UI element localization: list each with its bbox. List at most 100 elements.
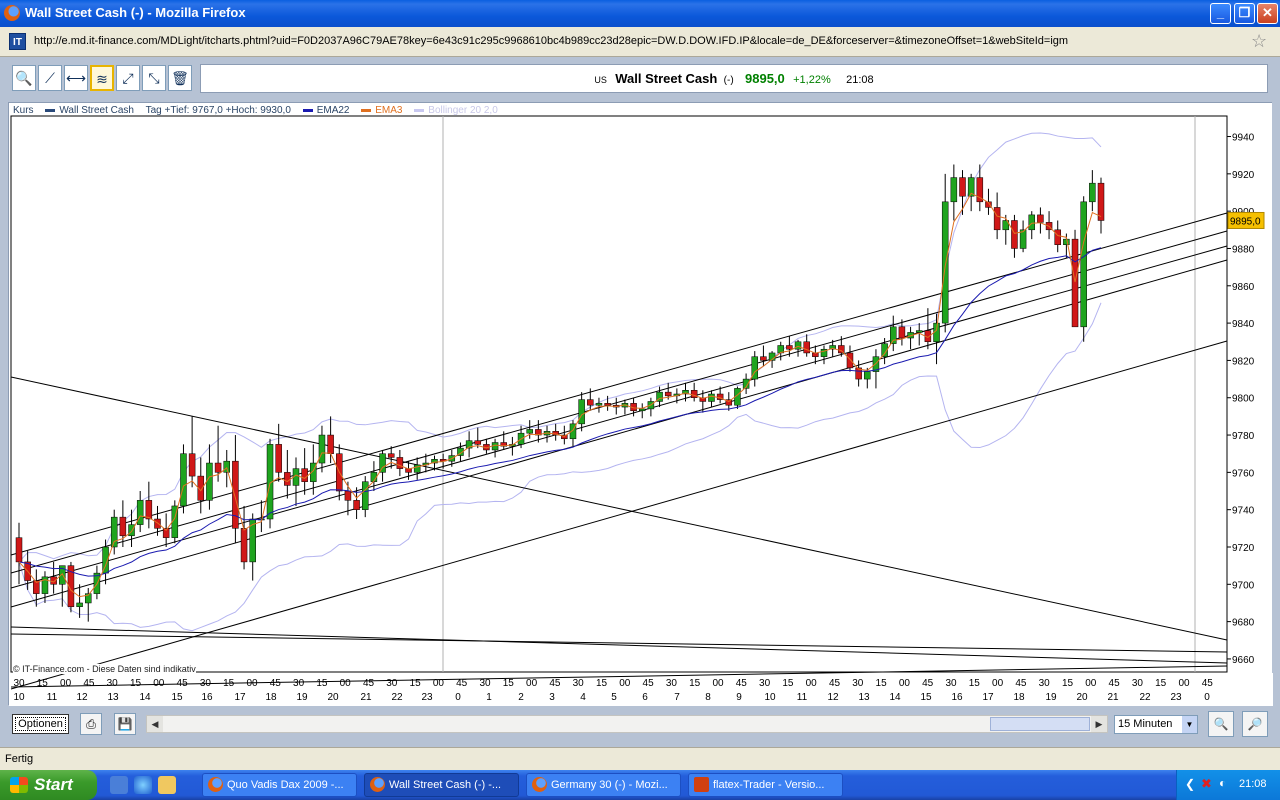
legend-ema3: EMA3 [361, 105, 403, 116]
candle-body [638, 408, 646, 412]
save-icon[interactable]: 💾 [114, 713, 136, 735]
x-tick-minute: 30 [293, 678, 305, 689]
quicklaunch-mail-icon[interactable] [158, 776, 176, 794]
scroll-left-icon[interactable]: ◀ [147, 716, 163, 732]
zoom-tool-icon[interactable]: 🔍 [12, 65, 36, 91]
x-tick-hour: 2 [518, 692, 524, 703]
candle-body [284, 472, 291, 486]
legend-kurs: Kurs [13, 105, 34, 116]
candle-body [214, 462, 222, 473]
candle-body [387, 453, 395, 458]
x-tick-minute: 30 [1132, 678, 1144, 689]
quicklaunch-ie-icon[interactable] [134, 776, 152, 794]
zoom-in-icon[interactable]: 🔎 [1242, 711, 1268, 737]
change-symbol: (-) [723, 75, 734, 86]
candle-body [301, 468, 308, 482]
candle-body [941, 201, 949, 324]
quicklaunch-desktop-icon[interactable] [110, 776, 128, 794]
site-icon: IT [9, 33, 26, 50]
zoom-out-icon[interactable]: 🔍 [1208, 711, 1234, 737]
chart-application: 🔍 ⟋ ⟷ ≋ ⤢ ⤡ 🗑 US Wall Street Cash (-) 9895,0 +… [0, 57, 1280, 747]
y-tick-label: 9920 [1232, 170, 1255, 181]
chart-scrollbar[interactable]: ◀ ▶ [146, 715, 1108, 733]
candle-body [353, 500, 360, 510]
trendline-tool-icon[interactable]: ⟋ [38, 65, 62, 91]
x-tick-hour: 4 [580, 692, 586, 703]
options-button[interactable]: Optionen [12, 714, 69, 734]
candle-body [690, 390, 698, 398]
indicator-tool-icon[interactable]: ≋ [90, 65, 114, 91]
x-tick-minute: 00 [526, 678, 538, 689]
chart-toolbar: 🔍 ⟋ ⟷ ≋ ⤢ ⤡ 🗑 US Wall Street Cash (-) 9895,0 +… [8, 64, 1272, 96]
candlestick-chart[interactable]: 9940992099009880986098409820980097809760… [9, 103, 1273, 706]
channel-tool-icon[interactable]: ⤢ [116, 65, 140, 91]
trash-icon[interactable]: 🗑 [168, 65, 192, 91]
x-tick-hour: 8 [705, 692, 711, 703]
x-tick-minute: 45 [922, 678, 934, 689]
taskbar-task[interactable]: flatex-Trader - Versio... [688, 773, 843, 797]
url-field[interactable]: http://e.md.it-finance.com/MDLight/itcha… [34, 35, 1068, 47]
x-tick-hour: 16 [201, 692, 213, 703]
plot-area [10, 115, 1228, 673]
taskbar-task[interactable]: Quo Vadis Dax 2009 -... [202, 773, 357, 797]
x-tick-minute: 00 [246, 678, 258, 689]
print-icon[interactable]: ⎙ [80, 713, 102, 735]
country-code: US [594, 75, 607, 85]
chart-panel[interactable]: 9940992099009880986098409820980097809760… [8, 102, 1273, 706]
maximize-button[interactable]: ❐ [1234, 3, 1255, 24]
x-tick-minute: 00 [899, 678, 911, 689]
taskbar: Start Quo Vadis Dax 2009 -... Wall Street… [0, 770, 1280, 800]
candle-body [1054, 229, 1061, 245]
x-tick-minute: 30 [573, 678, 585, 689]
start-button[interactable]: Start [0, 770, 97, 800]
close-button[interactable]: ✕ [1257, 3, 1278, 24]
x-tick-hour: 22 [391, 692, 403, 703]
candle-body [526, 429, 533, 434]
scroll-right-icon[interactable]: ▶ [1091, 716, 1107, 732]
firefox-icon [370, 777, 385, 792]
fibonacci-tool-icon[interactable]: ⤡ [142, 65, 166, 91]
legend-series: Wall Street Cash [45, 105, 134, 116]
windows-flag-icon [10, 777, 28, 793]
candle-body [1063, 238, 1070, 245]
y-tick-label: 9740 [1232, 506, 1255, 517]
x-tick-minute: 15 [969, 678, 981, 689]
candle-body [206, 462, 213, 501]
candle-body [846, 352, 854, 369]
minimize-button[interactable]: _ [1210, 3, 1231, 24]
x-tick-hour: 1 [486, 692, 492, 703]
x-tick-hour: 19 [1045, 692, 1057, 703]
candle-body [1080, 201, 1087, 328]
candle-body [950, 177, 958, 203]
x-tick-minute: 00 [992, 678, 1004, 689]
x-tick-hour: 15 [920, 692, 932, 703]
y-tick-label: 9820 [1232, 356, 1255, 367]
taskbar-task[interactable]: Germany 30 (-) - Mozi... [526, 773, 681, 797]
candle-body [864, 371, 871, 380]
x-tick-hour: 12 [76, 692, 88, 703]
x-tick-hour: 10 [13, 692, 25, 703]
tray-arrow-icon[interactable]: ❮ [1185, 777, 1195, 791]
tray-app-icon[interactable]: ◐ [1219, 776, 1226, 790]
x-tick-minute: 45 [83, 678, 95, 689]
bookmark-star-icon[interactable]: ☆ [1251, 31, 1267, 52]
x-tick-minute: 45 [1109, 678, 1121, 689]
interval-select[interactable]: 15 Minuten ▼ [1114, 715, 1198, 734]
chevron-down-icon[interactable]: ▼ [1182, 716, 1197, 733]
x-tick-minute: 00 [60, 678, 72, 689]
taskbar-task-label: Wall Street Cash (-) -... [389, 779, 502, 791]
x-tick-minute: 30 [852, 678, 864, 689]
horizontal-line-tool-icon[interactable]: ⟷ [64, 65, 88, 91]
x-tick-minute: 45 [643, 678, 655, 689]
tray-network-icon[interactable]: ✖ [1201, 776, 1212, 792]
taskbar-task[interactable]: Wall Street Cash (-) -... [364, 773, 519, 797]
x-tick-minute: 30 [1039, 678, 1051, 689]
scroll-thumb[interactable] [990, 717, 1090, 731]
x-tick-minute: 15 [503, 678, 515, 689]
x-tick-hour: 0 [1204, 692, 1210, 703]
x-tick-hour: 22 [1139, 692, 1151, 703]
y-tick-label: 9940 [1232, 133, 1255, 144]
y-tick-label: 9660 [1232, 655, 1255, 666]
chart-legend: Kurs Wall Street Cash Tag +Tief: 9767,0 … [13, 105, 507, 116]
x-tick-hour: 20 [327, 692, 339, 703]
